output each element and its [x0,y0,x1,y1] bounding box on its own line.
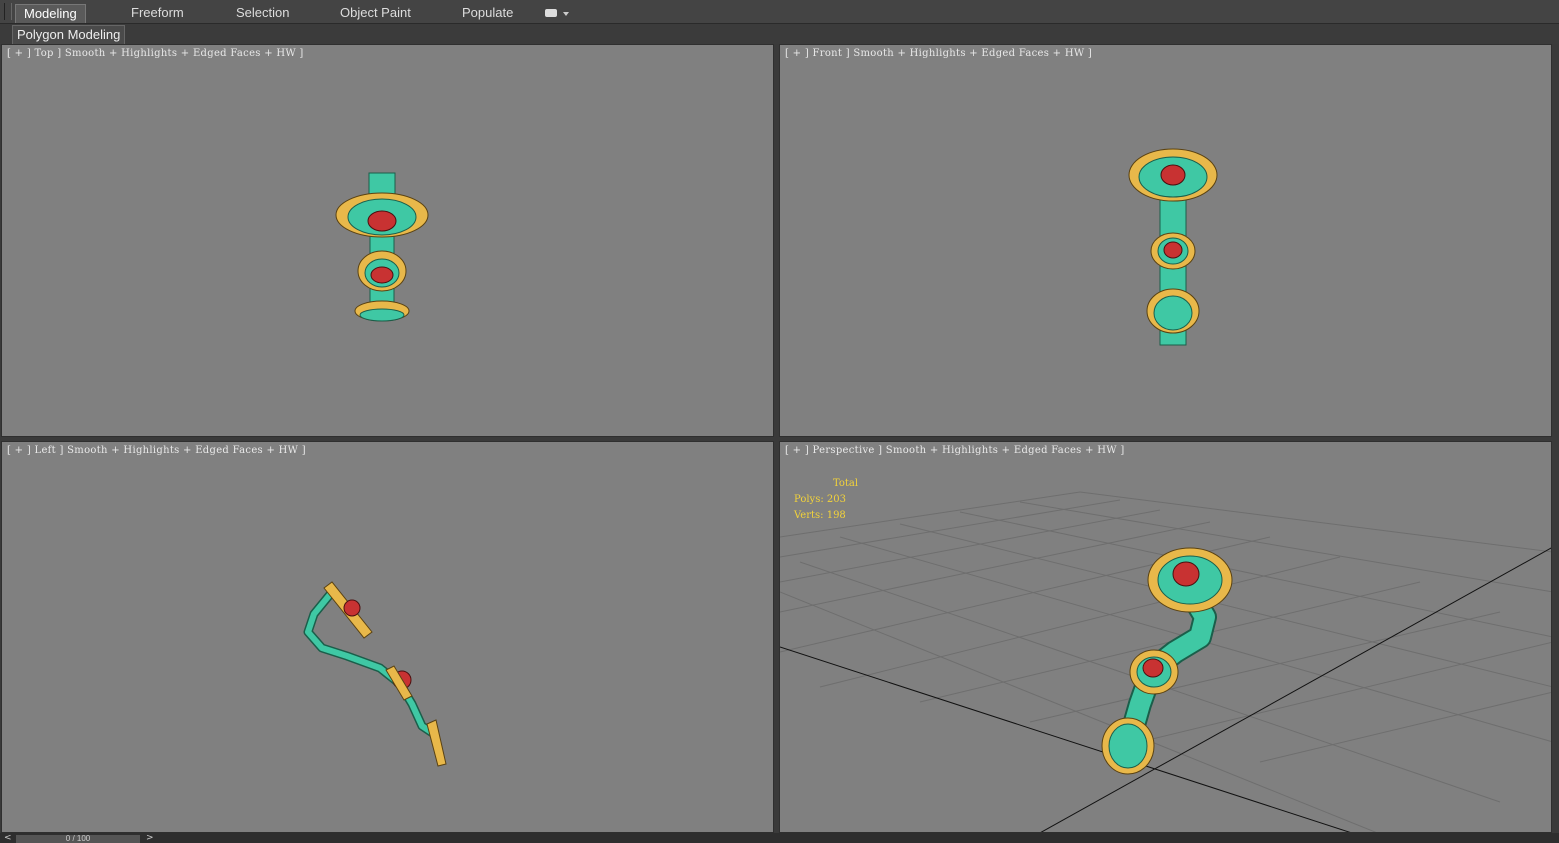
tab-freeform[interactable]: Freeform [131,4,184,22]
time-slider[interactable]: 0 / 100 [16,835,140,843]
tab-populate[interactable]: Populate [462,4,513,22]
ribbon-grip[interactable] [4,3,12,20]
viewport-left[interactable]: [ + ] Left ] Smooth + Highlights + Edged… [1,441,774,833]
viewport-front[interactable]: [ + ] Front ] Smooth + Highlights + Edge… [779,44,1552,437]
time-prev-button[interactable]: < [4,834,12,843]
perspective-grid-and-mesh [780,491,1551,832]
left-view-mesh [303,581,447,767]
panel-options-icon[interactable] [545,9,557,17]
tab-object-paint[interactable]: Object Paint [340,4,411,22]
tab-selection[interactable]: Selection [236,4,289,22]
tab-modeling[interactable]: Modeling [15,4,86,23]
ribbon-subpanel: Polygon Modeling [0,24,1559,45]
command-panel-scrollbar[interactable] [1553,44,1559,436]
chevron-down-icon[interactable] [563,12,569,16]
ribbon-toolbar: Modeling Freeform Selection Object Paint… [0,0,1559,24]
viewport-perspective[interactable]: [ + ] Perspective ] Smooth + Highlights … [779,441,1552,833]
time-next-button[interactable]: > [146,834,154,843]
polygon-modeling-label[interactable]: Polygon Modeling [12,25,126,45]
top-view-mesh [335,172,429,322]
front-view-mesh [1128,148,1218,346]
viewport-top[interactable]: [ + ] Top ] Smooth + Highlights + Edged … [1,44,774,437]
timeline-bar [0,833,1559,843]
